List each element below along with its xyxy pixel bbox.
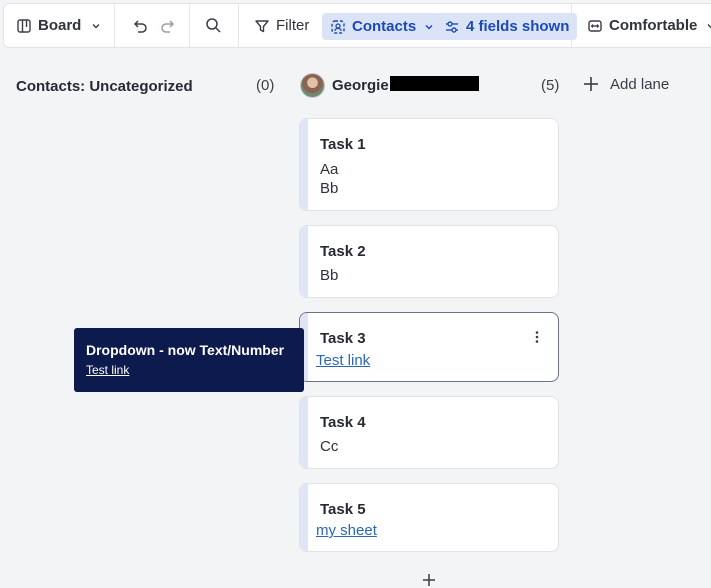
card-task-3[interactable]: Task 3 Test link bbox=[299, 312, 559, 382]
add-card-button[interactable] bbox=[421, 572, 437, 588]
filter-button[interactable]: Filter bbox=[254, 4, 309, 47]
field-tooltip: Dropdown - now Text/Number Test link bbox=[74, 328, 304, 392]
add-lane-button[interactable]: Add lane bbox=[582, 71, 669, 97]
card-field: Aa bbox=[320, 161, 339, 178]
card-link[interactable]: my sheet bbox=[316, 522, 377, 539]
contacts-icon bbox=[330, 19, 346, 35]
board-icon bbox=[16, 18, 32, 34]
lane-title-georgie: Georgie bbox=[332, 77, 389, 94]
chevron-down-icon bbox=[424, 22, 434, 32]
add-lane-label: Add lane bbox=[610, 75, 670, 93]
card-link[interactable]: Test link bbox=[316, 352, 370, 369]
card-task-5[interactable]: Task 5 my sheet bbox=[299, 483, 559, 552]
filter-label: Filter bbox=[276, 17, 310, 34]
card-title: Task 5 bbox=[320, 501, 366, 518]
card-field: Bb bbox=[320, 180, 339, 197]
group-by-chip[interactable]: Contacts bbox=[322, 13, 443, 40]
filter-icon bbox=[254, 18, 270, 34]
chevron-down-icon bbox=[91, 21, 101, 31]
lane-title-uncategorized: Contacts: Uncategorized bbox=[16, 78, 193, 95]
tooltip-link[interactable]: Test link bbox=[86, 363, 129, 377]
card-title: Task 1 bbox=[320, 136, 366, 153]
toolbar: Board Filter Contacts 4 fields shown Com… bbox=[3, 3, 711, 48]
card-task-2[interactable]: Task 2 Bb bbox=[299, 225, 559, 298]
undo-icon bbox=[131, 17, 149, 35]
card-title: Task 4 bbox=[320, 414, 366, 431]
search-icon bbox=[205, 17, 222, 34]
card-field: Cc bbox=[320, 438, 339, 455]
chevron-down-icon bbox=[706, 21, 711, 31]
view-label: Board bbox=[38, 17, 82, 34]
fields-label: 4 fields shown bbox=[466, 18, 570, 35]
group-by-label: Contacts bbox=[352, 18, 417, 35]
card-field: Bb bbox=[320, 267, 339, 284]
lane-count: (5) bbox=[541, 77, 560, 94]
view-switcher[interactable]: Board bbox=[16, 4, 101, 47]
avatar bbox=[300, 73, 325, 98]
card-title: Task 2 bbox=[320, 243, 366, 260]
fields-icon bbox=[444, 19, 460, 35]
redo-button[interactable] bbox=[159, 4, 177, 47]
redacted-block bbox=[390, 76, 479, 91]
undo-button[interactable] bbox=[131, 4, 149, 47]
density-label: Comfortable bbox=[609, 17, 698, 34]
plus-icon bbox=[582, 75, 600, 93]
tooltip-title: Dropdown - now Text/Number bbox=[86, 342, 285, 358]
density-icon bbox=[587, 18, 603, 34]
card-title: Task 3 bbox=[320, 330, 366, 347]
fields-chip[interactable]: 4 fields shown bbox=[436, 13, 578, 40]
more-options-icon[interactable] bbox=[530, 330, 544, 344]
redo-icon bbox=[159, 17, 177, 35]
card-task-4[interactable]: Task 4 Cc bbox=[299, 396, 559, 469]
card-task-1[interactable]: Task 1 Aa Bb bbox=[299, 118, 559, 211]
plus-icon bbox=[421, 572, 437, 588]
search-button[interactable] bbox=[205, 4, 222, 47]
density-switcher[interactable]: Comfortable bbox=[587, 4, 711, 47]
lane-count: (0) bbox=[256, 77, 275, 94]
